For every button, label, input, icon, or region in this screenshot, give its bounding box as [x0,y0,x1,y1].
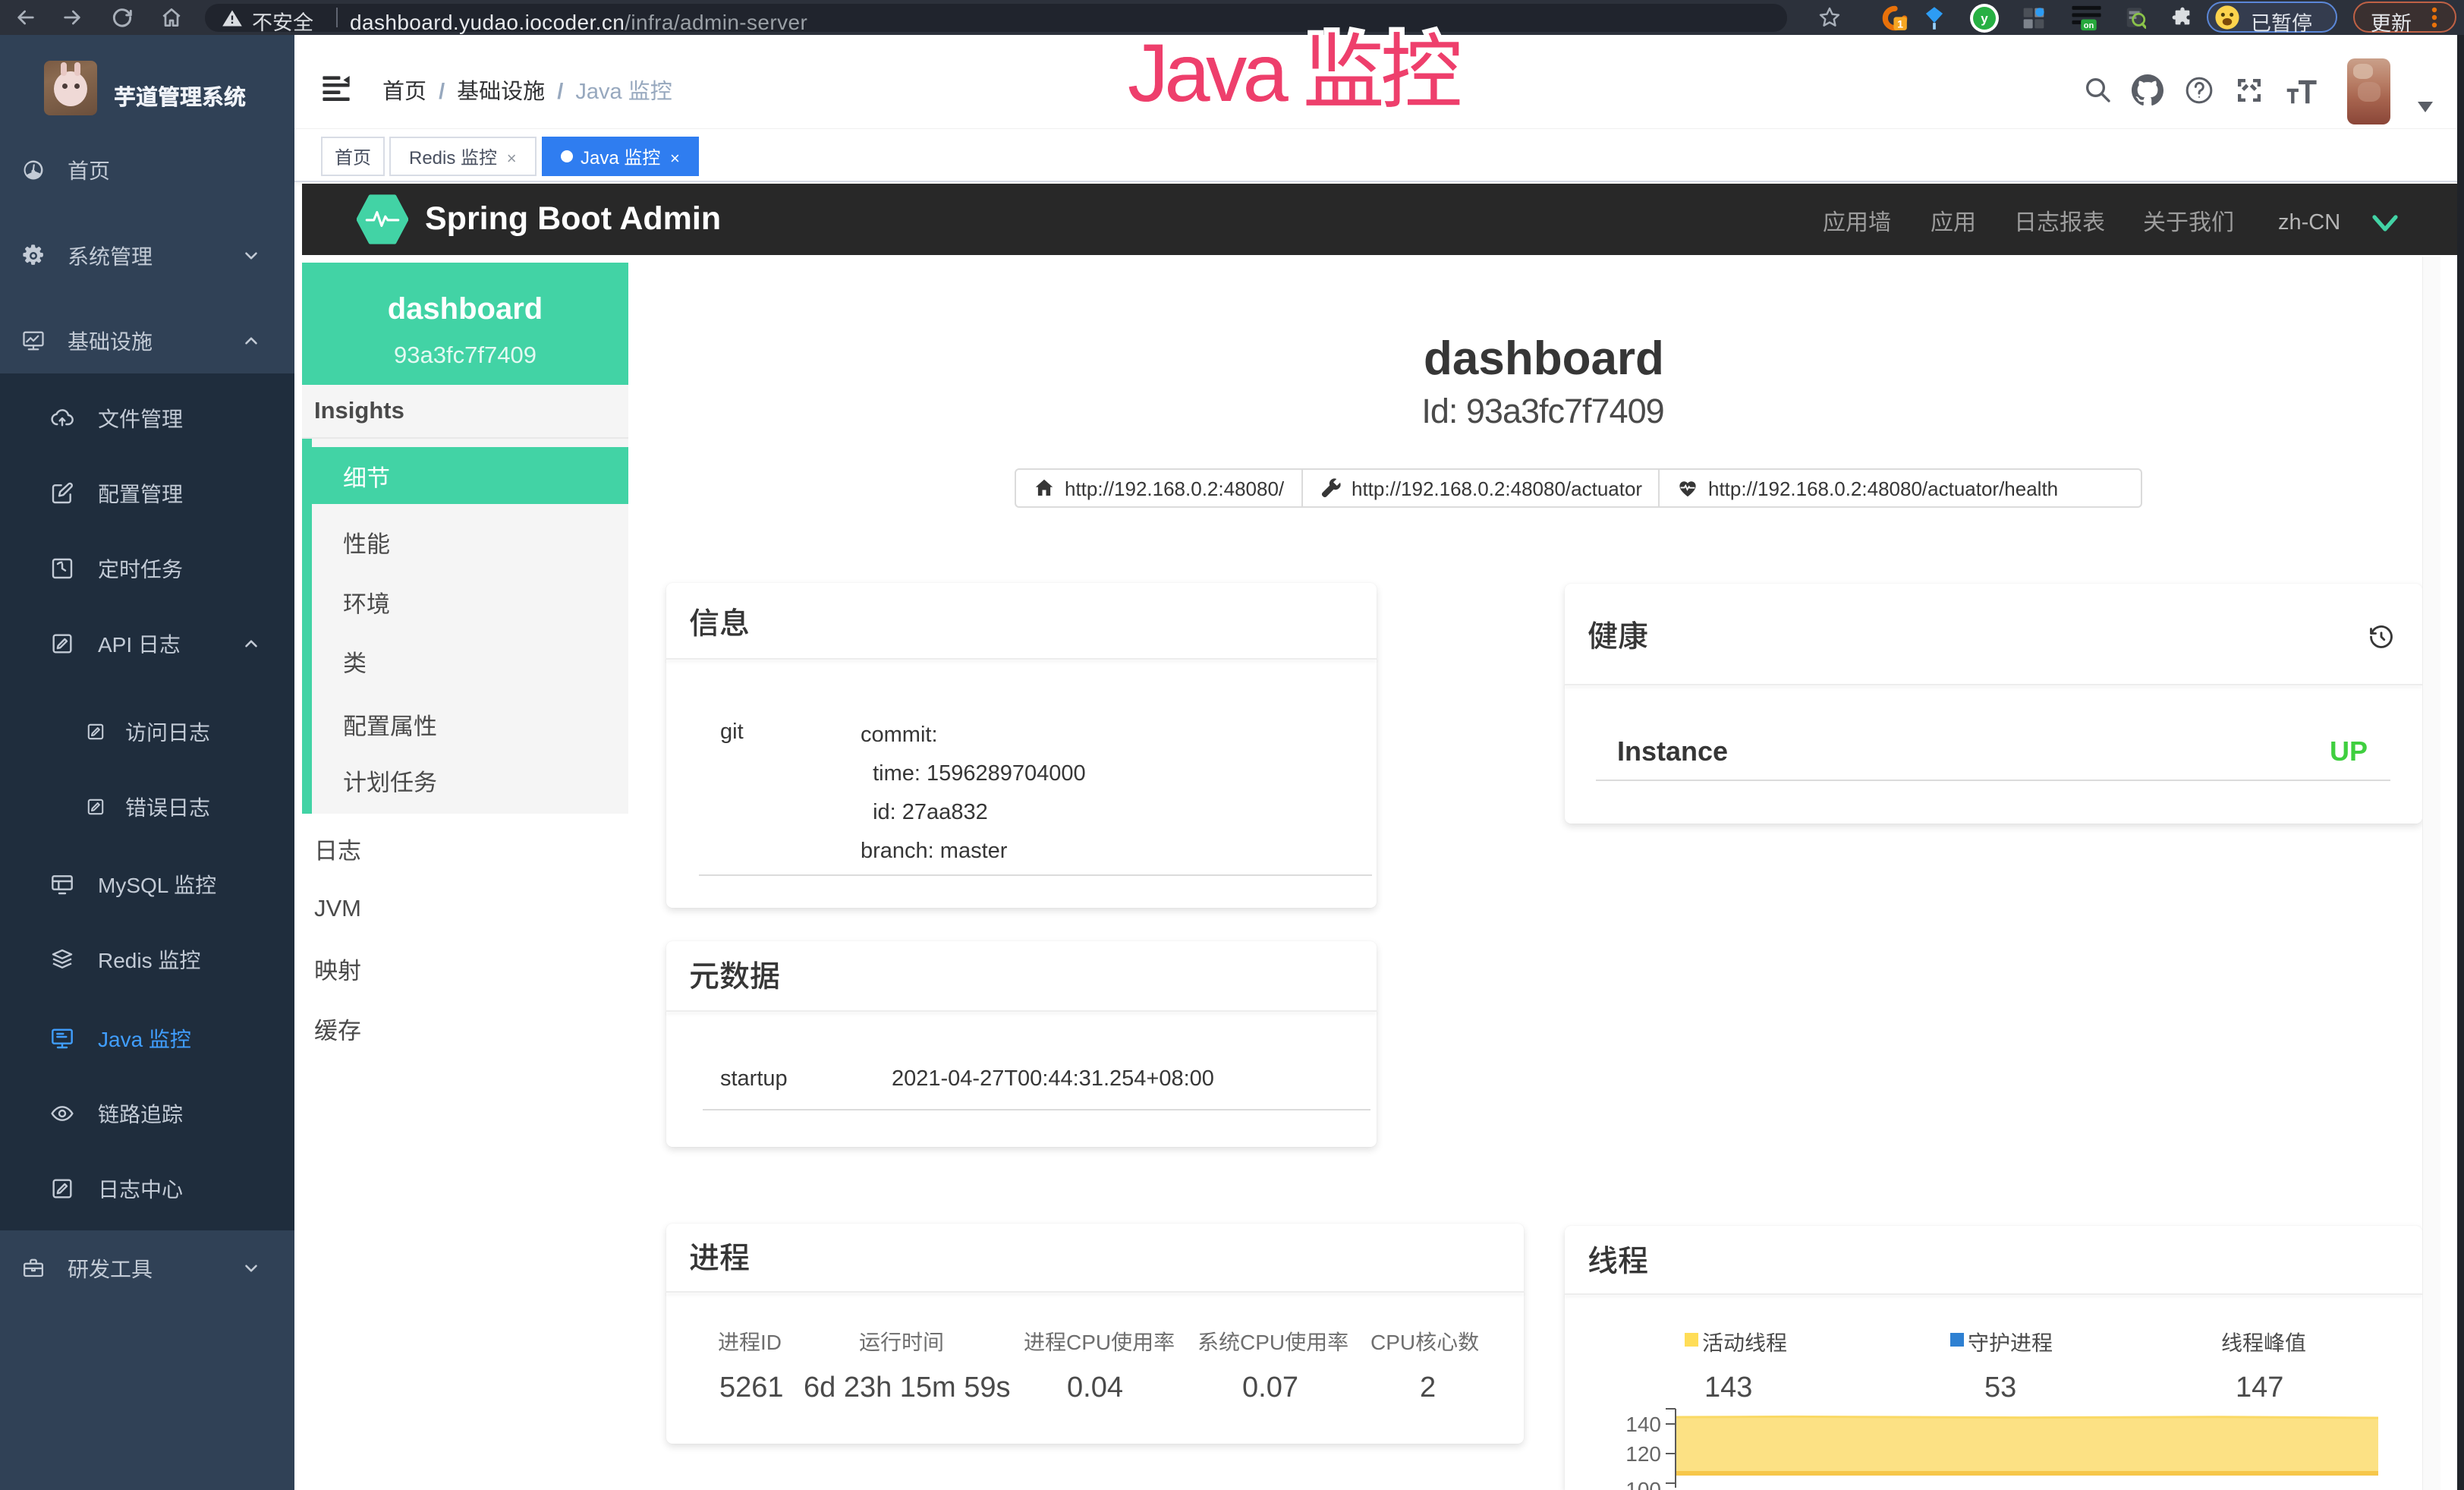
svg-text:on: on [2084,21,2094,30]
svg-text:120: 120 [1625,1442,1661,1466]
svg-text:y: y [1981,11,1988,26]
svg-text:1: 1 [1897,19,1903,31]
svg-text:140: 140 [1625,1413,1661,1436]
svg-text:100: 100 [1625,1478,1661,1490]
